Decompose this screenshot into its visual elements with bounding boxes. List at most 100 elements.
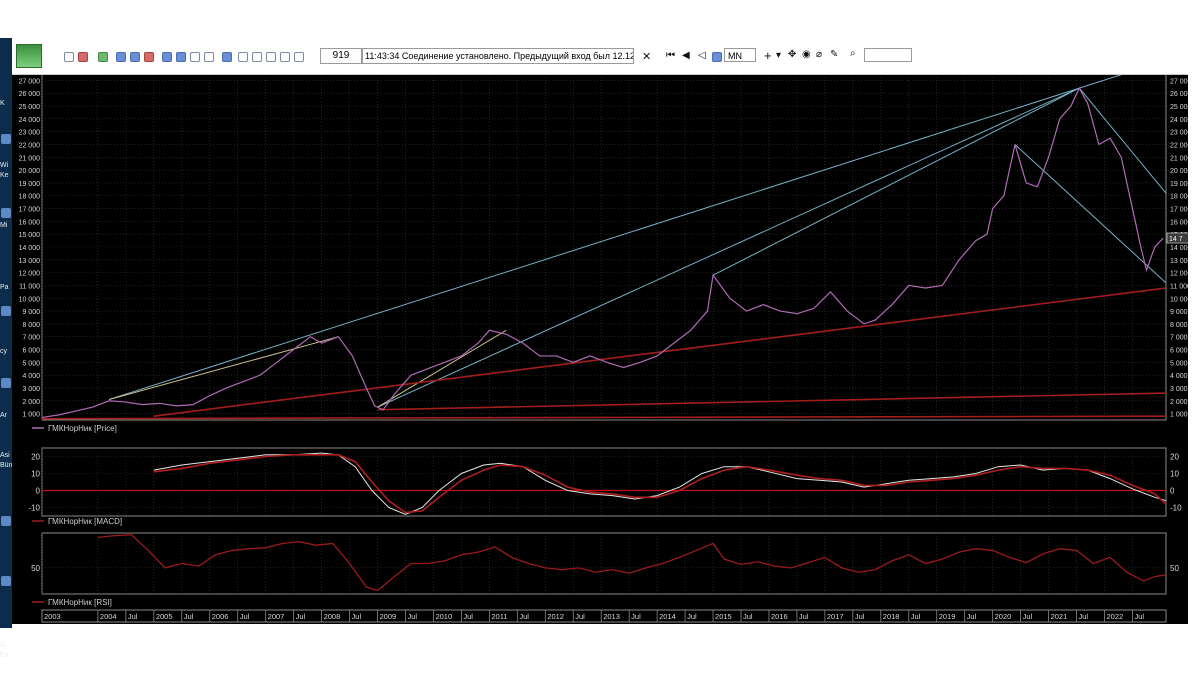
search-icon[interactable]: ⌕: [850, 48, 856, 59]
desktop-app-icon[interactable]: [1, 576, 11, 586]
status-time: 11:43:34: [365, 51, 400, 61]
x-tick-label: 2022: [1106, 612, 1123, 621]
desktop-label: Ke: [0, 172, 9, 179]
trendline-red: [377, 392, 1167, 411]
desktop-app-icon[interactable]: [1, 208, 11, 218]
desktop-label: Wi: [0, 162, 9, 169]
price-line: [41, 86, 1164, 419]
y-tick-label-right: -10: [1170, 504, 1182, 513]
timeframe-select[interactable]: MN: [724, 48, 756, 62]
portfolio-icon[interactable]: [144, 52, 154, 62]
x-tick-label: Jul: [1023, 612, 1033, 621]
trendline-red: [41, 415, 1167, 420]
x-tick-label: 2016: [771, 612, 788, 621]
x-tick-label: 2006: [212, 612, 229, 621]
y-tick-label-right: 26 000: [1170, 91, 1188, 98]
x-tick-label: Jul: [352, 612, 362, 621]
y-tick-label-right: 10 000: [1170, 296, 1188, 303]
target-icon[interactable]: ◉: [802, 49, 811, 60]
macd-signal-line: [153, 453, 1167, 514]
y-tick-label-right: 1 000: [1170, 412, 1188, 419]
y-tick-label-left: 19 000: [19, 181, 41, 188]
x-tick-label: Jul: [519, 612, 529, 621]
eraser-icon[interactable]: ⌀: [816, 49, 822, 60]
y-tick-label-right: 22 000: [1170, 142, 1188, 149]
prev-page-icon[interactable]: ◀: [682, 50, 690, 61]
y-tick-label-right: 20 000: [1170, 168, 1188, 175]
new-order-icon[interactable]: [98, 52, 108, 62]
table-icon[interactable]: [130, 52, 140, 62]
x-tick-label: Jul: [575, 612, 585, 621]
y-tick-label-left: 0: [36, 487, 41, 496]
delete-icon[interactable]: [78, 52, 88, 62]
info-icon[interactable]: [222, 52, 232, 62]
x-tick-label: Jul: [184, 612, 194, 621]
x-tick-label: 2005: [156, 612, 173, 621]
x-tick-label: Jul: [967, 612, 977, 621]
desktop-app-icon[interactable]: [1, 516, 11, 526]
desktop-label: cy: [0, 348, 7, 355]
hand-icon[interactable]: [294, 52, 304, 62]
trendline-cyan: [1078, 87, 1167, 194]
macd-line: [153, 452, 1167, 515]
pencil-icon[interactable]: ✎: [830, 49, 838, 60]
x-tick-label: 2014: [659, 612, 676, 621]
calendar-icon[interactable]: [204, 52, 214, 62]
y-tick-label-left: 5 000: [22, 360, 40, 367]
y-tick-label-right: 19 000: [1170, 181, 1188, 188]
x-tick-label: Jul: [855, 612, 865, 621]
y-tick-label-right: 25 000: [1170, 104, 1188, 111]
chevron-down-icon[interactable]: ▾: [776, 50, 781, 61]
y-tick-label-left: 4 000: [22, 373, 40, 380]
alert-icon[interactable]: [190, 52, 200, 62]
hand-icon[interactable]: [280, 52, 290, 62]
x-tick-label: 2008: [324, 612, 341, 621]
x-tick-label: Jul: [911, 612, 921, 621]
y-tick-label-right: 13 000: [1170, 258, 1188, 265]
close-icon[interactable]: ✕: [642, 50, 651, 63]
y-tick-label-right: 5 000: [1170, 360, 1188, 367]
first-page-icon[interactable]: ⏮: [666, 50, 675, 61]
y-tick-label-left: 24 000: [19, 117, 41, 124]
desktop-app-icon[interactable]: [1, 378, 11, 388]
move-icon[interactable]: ✥: [788, 49, 796, 60]
quotes-icon[interactable]: [162, 52, 172, 62]
desktop-app-icon[interactable]: [1, 134, 11, 144]
back-icon[interactable]: ◁: [698, 50, 706, 61]
desktop-app-icon[interactable]: [1, 306, 11, 316]
window-icon[interactable]: [116, 52, 126, 62]
y-tick-label-right: 11 000: [1170, 283, 1188, 290]
x-tick-label: 2013: [603, 612, 620, 621]
x-tick-label: Jul: [128, 612, 138, 621]
y-tick-label-left: 2 000: [22, 399, 40, 406]
y-tick-label-left: 13 000: [19, 258, 41, 265]
hand-icon[interactable]: [266, 52, 276, 62]
bar-count-field[interactable]: 919: [320, 48, 362, 64]
x-tick-label: 2018: [883, 612, 900, 621]
x-tick-label: 2020: [995, 612, 1012, 621]
toolbar: 919 11:43:34 Соединение установлено. Пре…: [12, 38, 1188, 75]
x-tick-label: 2009: [380, 612, 397, 621]
bar-chart-icon[interactable]: [712, 52, 722, 62]
y-tick-label-left: 26 000: [19, 91, 41, 98]
y-tick-label-left: 20: [31, 453, 40, 462]
y-tick-label-left: 10: [31, 470, 40, 479]
chart-icon[interactable]: [176, 52, 186, 62]
lock-icon[interactable]: [238, 52, 248, 62]
y-tick-label-left: 16 000: [19, 219, 41, 226]
y-tick-label-right: 20: [1170, 453, 1179, 462]
x-tick-label: 2017: [827, 612, 844, 621]
arrow-right-icon[interactable]: [64, 52, 74, 62]
search-input[interactable]: [864, 48, 912, 62]
chart-window: 1 000 1 000 2 000 2 000 3 000 3 000 4 000 4 000…: [12, 38, 1188, 624]
y-tick-label-left: 17 000: [19, 207, 41, 214]
y-tick-label-right: 8 000: [1170, 322, 1188, 329]
y-tick-label-left: 7 000: [22, 335, 40, 342]
x-tick-label: Jul: [1134, 612, 1144, 621]
crosshair-icon[interactable]: +: [764, 48, 772, 63]
y-tick-label-left: 8 000: [22, 322, 40, 329]
legend-label: ГМКНорНик [RSI]: [48, 598, 112, 607]
x-tick-label: Jul: [240, 612, 250, 621]
y-tick-label-left: 11 000: [19, 283, 40, 290]
hand-icon[interactable]: [252, 52, 262, 62]
